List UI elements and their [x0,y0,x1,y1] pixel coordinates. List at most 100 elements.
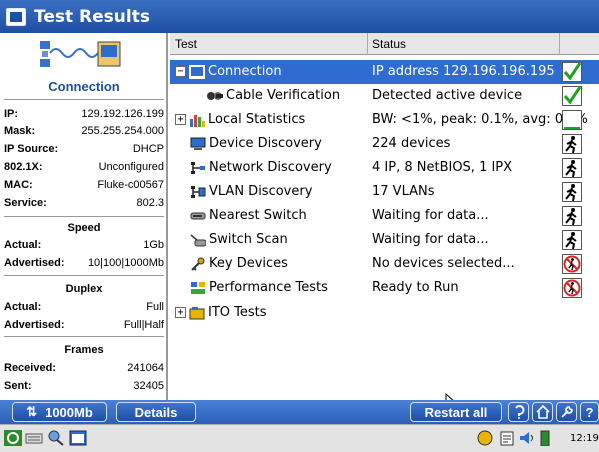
test-name: Network Discovery [209,160,332,175]
field-8021x: 802.1X: Unconfigured [4,161,164,173]
table-row[interactable]: Cable Verification Detected active devic… [170,84,599,108]
start-menu-icon[interactable] [4,430,22,446]
key-icon [191,257,205,271]
duplex-actual: Actual: Full [4,301,164,313]
connection-icon [189,64,205,79]
column-header-test[interactable]: Test [175,37,197,51]
test-name: Key Devices [209,256,288,271]
frames-received: Received: 241064 [4,362,164,374]
divider [4,336,164,337]
check-icon [562,62,582,82]
connection-info-panel: Connection IP: 129.192.126.199 Mask: 255.2… [0,33,168,400]
ito-tests-icon [189,306,205,319]
test-name: VLAN Discovery [209,184,313,199]
table-row[interactable]: Device Discovery 224 devices [170,132,599,156]
device-icon [190,137,206,150]
column-header-status[interactable]: Status [372,37,406,51]
table-row[interactable]: VLAN Discovery 17 VLANs [170,180,599,204]
speed-title: Speed [67,222,101,234]
divider [4,216,164,217]
vlan-icon [191,185,206,198]
taskbar: 12:19 AM [0,424,599,452]
not-running-icon [562,254,582,274]
network-icon [191,161,205,174]
running-icon [562,134,582,154]
check-icon [562,86,582,106]
divider [4,275,164,276]
table-row[interactable]: Key Devices No devices selected... [170,252,599,276]
field-ip: IP: 129.192.126.199 [4,108,164,120]
test-status: Waiting for data... [372,232,489,247]
test-status: Ready to Run [372,280,459,295]
help-icon[interactable] [508,402,529,422]
bottom-toolbar: ⇅ 1000Mb Details Restart all ? [0,400,599,424]
expand-icon[interactable]: + [175,114,186,125]
table-row[interactable]: Network Discovery 4 IP, 8 NetBIOS, 1 IPX [170,156,599,180]
duplex-title: Duplex [65,283,103,295]
home-icon[interactable] [532,402,553,422]
test-status: 4 IP, 8 NetBIOS, 1 IPX [372,160,513,175]
table-row[interactable]: + ITO Tests [170,301,599,325]
window-icon [6,7,26,26]
link-speed-button[interactable]: ⇅ 1000Mb [12,402,107,422]
connection-heading: Connection [48,79,120,94]
test-name: Connection [208,64,282,79]
test-results-table: Test Status − Connection IP address 129.… [170,33,599,400]
running-icon [562,206,582,226]
test-name: Performance Tests [209,280,328,295]
switch-icon [190,212,206,219]
field-ip-source: IP Source: DHCP [4,143,164,155]
test-name: ITO Tests [208,305,267,320]
test-status: 224 devices [372,136,451,151]
running-icon [562,182,582,202]
details-button[interactable]: Details [116,402,196,422]
test-status: 17 VLANs [372,184,435,199]
clipboard-icon[interactable] [498,430,516,446]
test-name: Local Statistics [208,112,306,127]
statistics-icon [190,114,205,127]
speaker-icon[interactable] [518,430,536,446]
divider [4,99,164,100]
test-status: BW: <1%, peak: 0.1%, avg: 0.0% [372,112,588,127]
frames-title: Frames [64,344,104,356]
frames-sent: Sent: 32405 [4,380,164,392]
table-row[interactable]: Nearest Switch Waiting for data... [170,204,599,228]
swap-arrows-icon: ⇅ [26,404,38,419]
test-status: IP address 129.196.196.195 [372,64,555,79]
question-icon[interactable]: ? [580,402,599,422]
table-row[interactable]: − Connection IP address 129.196.196.195 [170,60,599,84]
test-status: Detected active device [372,88,523,103]
battery-icon [540,430,550,446]
window-title: Test Results [34,6,150,27]
field-service: Service: 802.3 [4,197,164,209]
network-connection-icon [40,41,121,67]
clock: 12:19 AM [570,433,599,444]
tools-icon[interactable] [556,402,577,422]
test-status: Waiting for data... [372,208,489,223]
table-header: Test Status [170,33,599,55]
restart-all-button[interactable]: Restart all [410,402,502,422]
switch-scan-icon [190,233,206,246]
bargraph-icon [562,110,582,130]
not-running-icon [562,278,582,298]
running-icon [562,230,582,250]
speed-advertised: Advertised: 10|100|1000Mb [4,257,164,269]
search-tool-icon[interactable] [47,430,65,446]
speed-actual: Actual: 1Gb [4,239,164,251]
title-bar: Test Results [0,0,599,33]
keyboard-icon[interactable] [25,430,43,446]
test-name: Nearest Switch [209,208,307,223]
test-name: Cable Verification [226,88,341,103]
app-window-icon[interactable] [69,430,87,446]
table-row[interactable]: + Local Statistics BW: <1%, peak: 0.1%, … [170,108,599,132]
test-name: Switch Scan [209,232,288,247]
table-row[interactable]: Switch Scan Waiting for data... [170,228,599,252]
field-mask: Mask: 255.255.254.000 [4,125,164,137]
expand-icon[interactable]: + [175,307,186,318]
collapse-icon[interactable]: − [175,66,186,77]
table-row[interactable]: Performance Tests Ready to Run [170,276,599,300]
running-icon [562,158,582,178]
cable-icon [207,91,223,100]
duplex-advertised: Advertised: Full|Half [4,319,164,331]
performance-icon [191,281,205,294]
